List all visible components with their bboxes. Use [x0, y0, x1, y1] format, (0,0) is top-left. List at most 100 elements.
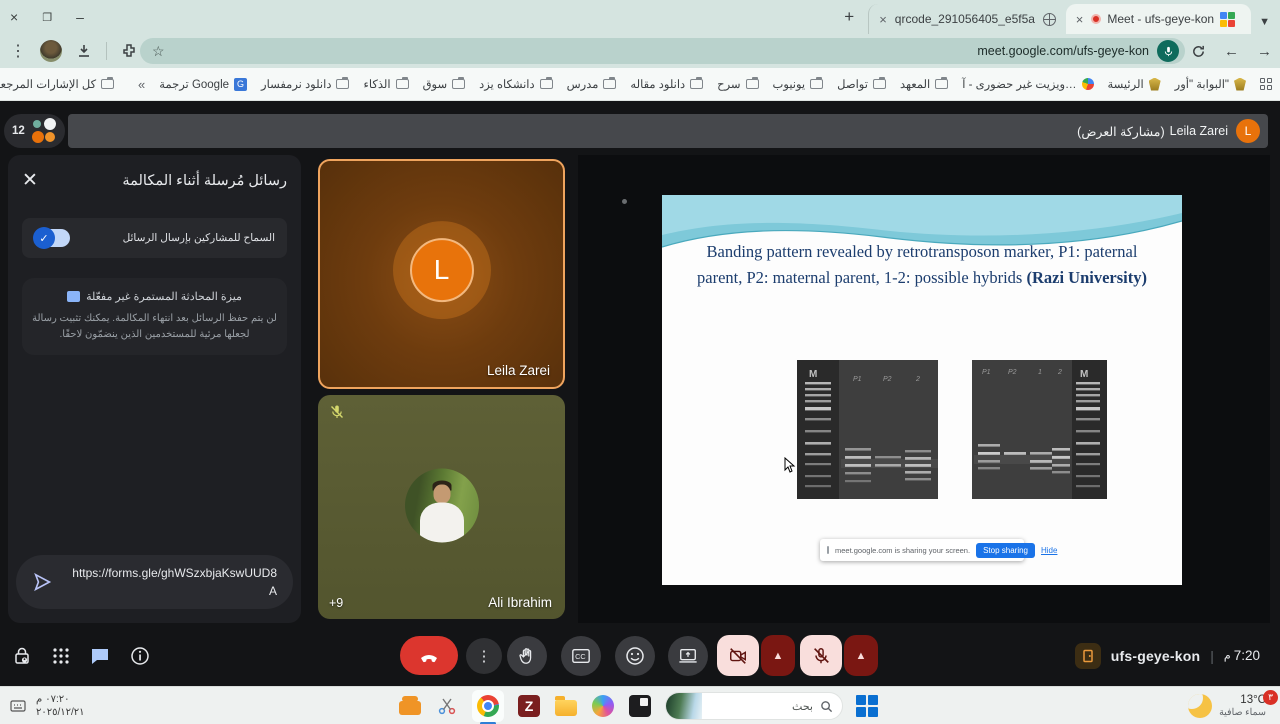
captions-button[interactable]: CC [561, 636, 601, 676]
svg-text:P2: P2 [883, 376, 892, 383]
video-tile-leila[interactable]: L Leila Zarei [318, 159, 565, 389]
presenter-status: (مشاركة العرض) [1077, 124, 1164, 139]
voice-search-icon[interactable] [1157, 40, 1179, 62]
apps-grid-icon[interactable] [1260, 78, 1272, 91]
tile-avatar: L [410, 238, 474, 302]
camera-options-chevron[interactable]: ▲ [761, 635, 795, 676]
bookmark-star-icon[interactable]: ☆ [152, 43, 165, 60]
bookmark-item[interactable]: ويزيت غير حضوری - آ… [962, 77, 1093, 91]
info-body-text: لن يتم حفظ الرسائل بعد انتهاء المكالمة. … [32, 311, 277, 343]
taskbar-clock[interactable]: م٠٧:٢٠ ٢٠٢٥/١٢/٢١ [36, 693, 85, 720]
stop-sharing-button[interactable]: Stop sharing [976, 543, 1035, 558]
close-panel-icon[interactable]: ✕ [22, 169, 46, 192]
mic-off-button[interactable] [800, 635, 842, 676]
svg-text:2: 2 [915, 376, 920, 383]
meeting-time: م7:20 [1224, 648, 1260, 663]
screen-share-bar: meet.google.com is sharing your screen. … [820, 539, 1024, 561]
bookmark-item[interactable]: دانلود نرمفسار [261, 77, 349, 91]
activities-grid-icon[interactable] [52, 647, 70, 665]
tab-meet[interactable]: × Meet - ufs-geye-kon [1066, 4, 1251, 34]
allow-messages-row: السماح للمشاركين بإرسال الرسائل ✓ [22, 218, 287, 258]
bookmark-item[interactable]: دانشكاه يزد [479, 77, 553, 91]
address-bar[interactable]: ☆ meet.google.com/ufs-geye-kon [140, 38, 1185, 64]
svg-text:M: M [809, 369, 817, 380]
presenter-name: Leila Zarei [1170, 124, 1228, 139]
bookmark-item[interactable]: سرح [717, 77, 758, 91]
forward-icon[interactable]: → [1257, 43, 1272, 60]
start-button[interactable] [856, 695, 878, 717]
tab-close-icon[interactable]: × [1076, 12, 1084, 27]
bookmark-label: سرح [717, 77, 740, 91]
send-icon[interactable] [32, 571, 54, 593]
file-explorer-icon[interactable] [554, 694, 578, 718]
participants-pill[interactable]: 12 [4, 114, 65, 148]
window-maximize-icon[interactable]: ❐ [42, 11, 52, 24]
end-call-button[interactable] [400, 636, 458, 675]
camera-off-button[interactable] [717, 635, 759, 676]
bookmark-item[interactable]: يونيوب [773, 77, 824, 91]
bookmark-label: دانلود نرمفسار [261, 77, 331, 91]
tab-qrcode[interactable]: × qrcode_291056405_e5f5a8bcb [868, 4, 1066, 34]
extensions-icon[interactable] [121, 43, 137, 59]
share-message: meet.google.com is sharing your screen. [835, 546, 970, 555]
meeting-info-icon[interactable] [130, 646, 150, 666]
copilot-icon[interactable] [591, 694, 615, 718]
bookmark-item[interactable]: البوابة "أور" [1175, 77, 1246, 91]
chat-panel-icon[interactable] [90, 646, 110, 666]
downloads-icon[interactable] [76, 43, 92, 59]
all-bookmarks-button[interactable]: كل الإشارات المرجعية [0, 77, 114, 91]
mic-options-chevron[interactable]: ▲ [844, 635, 878, 676]
bookmark-label: سوق [423, 77, 448, 91]
notification-count-badge[interactable]: ٣ [1263, 690, 1278, 705]
meet-app: 12 L Leila Zarei (مشاركة العرض) ✕ رسائل … [0, 101, 1280, 686]
tab-close-icon[interactable]: × [879, 12, 887, 27]
pinned-app-dark-icon[interactable] [628, 694, 652, 718]
snipping-tool-icon[interactable] [435, 694, 459, 718]
touch-keyboard-icon[interactable] [10, 699, 26, 713]
bookmark-item[interactable]: تواصل [837, 77, 886, 91]
message-input[interactable]: https://forms.gle/ghWSzxbjaKswUUD8 A [16, 555, 293, 609]
leave-room-icon[interactable] [1075, 643, 1101, 669]
folder-icon [690, 79, 703, 89]
tab-strip: + × qrcode_291056405_e5f5a8bcb × Meet - … [836, 2, 1276, 34]
svg-text:P1: P1 [853, 376, 862, 383]
more-options-button[interactable]: ⋮ [466, 638, 502, 674]
video-tile-ali[interactable]: +9 Ali Ibrahim [318, 395, 565, 619]
folder-icon [935, 79, 948, 89]
bookmark-item[interactable]: المعهد [900, 77, 948, 91]
bookmark-item[interactable]: الرئيسة [1108, 77, 1161, 91]
moon-icon [1188, 694, 1212, 718]
window-close-icon[interactable]: × [10, 9, 18, 25]
raise-hand-button[interactable] [507, 636, 547, 676]
bookmark-item[interactable]: Gترجمة Google [159, 77, 247, 91]
bookmark-item[interactable]: سوق [423, 77, 466, 91]
present-screen-button[interactable] [668, 636, 708, 676]
browser-menu-icon[interactable]: ⋮ [10, 41, 26, 61]
hide-share-bar-link[interactable]: Hide [1041, 546, 1057, 555]
bookmark-item[interactable]: مدرس [567, 77, 617, 91]
chrome-taskbar-icon[interactable] [472, 690, 504, 722]
bookmark-label: البوابة "أور" [1175, 77, 1229, 91]
bookmark-item[interactable]: الذكاء [363, 77, 408, 91]
pinned-app-orange-icon[interactable] [398, 694, 422, 718]
toggle-label: السماح للمشاركين بإرسال الرسائل [80, 232, 275, 244]
panel-title: رسائل مُرسلة أثناء المكالمة [46, 173, 287, 189]
back-icon[interactable]: ← [1224, 43, 1239, 60]
allow-messages-toggle[interactable]: ✓ [34, 229, 70, 247]
host-controls-icon[interactable] [12, 646, 32, 666]
bookmark-label: المعهد [900, 77, 930, 91]
bookmarks-overflow-icon[interactable]: « [138, 77, 145, 92]
bookmark-label: مدرس [567, 77, 599, 91]
reactions-button[interactable] [615, 636, 655, 676]
window-minimize-icon[interactable]: – [76, 9, 84, 25]
zotero-app-icon[interactable]: Z [517, 694, 541, 718]
taskbar-search[interactable]: بحث [665, 692, 843, 720]
reload-icon[interactable] [1191, 44, 1206, 59]
profile-avatar[interactable] [40, 40, 62, 62]
emblem-icon [1149, 78, 1161, 91]
weather-widget[interactable]: 13°C سماء صافية [1188, 687, 1266, 724]
tab-list-chevron-icon[interactable]: ▼ [1259, 16, 1270, 28]
bookmark-item[interactable]: دانلود مقاله [630, 77, 703, 91]
tab-title: qrcode_291056405_e5f5a8bcb [895, 12, 1035, 26]
new-tab-button[interactable]: + [836, 4, 862, 30]
